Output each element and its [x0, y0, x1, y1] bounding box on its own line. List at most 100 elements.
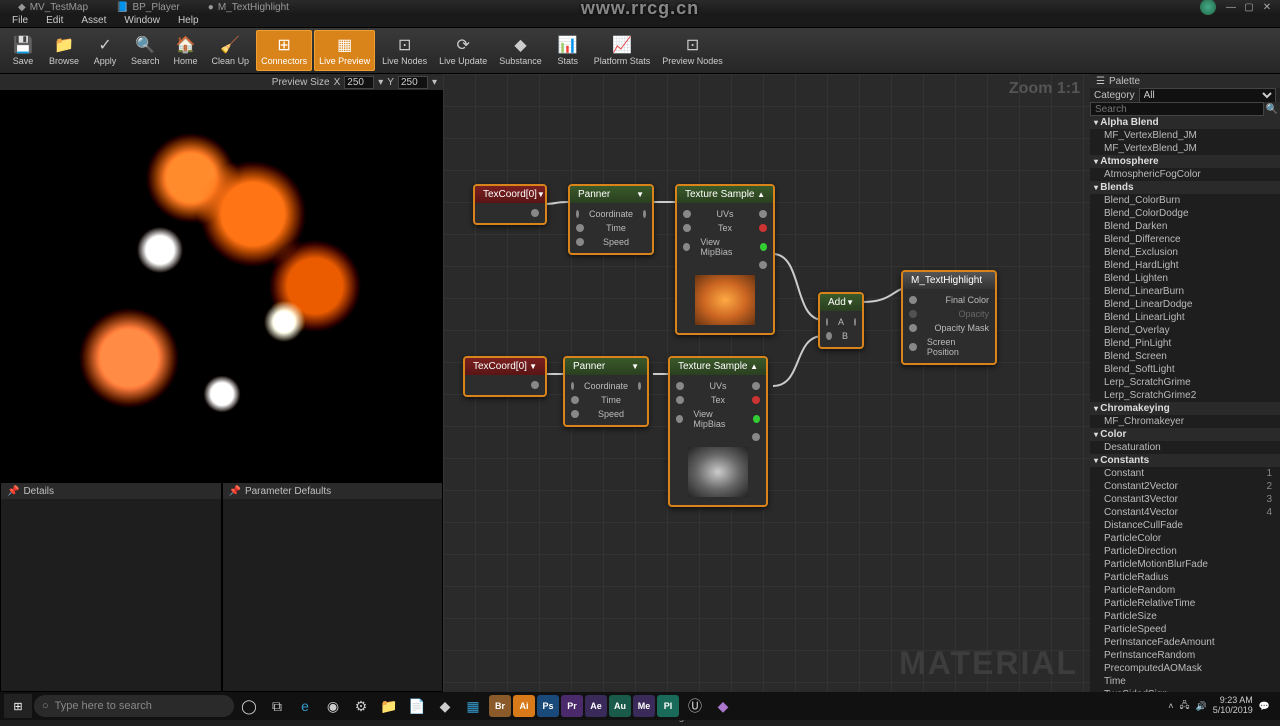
settings-icon[interactable]: ⚙ — [348, 694, 374, 718]
palette-item[interactable]: Time — [1090, 675, 1280, 688]
app-icon-ps[interactable]: Ps — [537, 695, 559, 717]
input-pin[interactable] — [676, 382, 684, 390]
output-pin[interactable] — [753, 415, 760, 423]
output-pin[interactable] — [752, 382, 760, 390]
tray-up-icon[interactable]: ˄ — [1168, 701, 1173, 711]
chevron-down-icon[interactable]: ▼ — [636, 190, 644, 199]
palette-item[interactable]: ParticleDirection — [1090, 545, 1280, 558]
start-button[interactable]: ⊞ — [4, 694, 32, 718]
tab-bpplayer[interactable]: 📘 BP_Player — [102, 2, 194, 13]
output-pin[interactable] — [759, 261, 767, 269]
node-texcoord-1[interactable]: TexCoord[0]▼ — [473, 184, 547, 225]
output-pin[interactable] — [752, 396, 760, 404]
explorer-icon[interactable]: 📁 — [376, 694, 402, 718]
input-pin[interactable] — [571, 396, 579, 404]
palette-item[interactable]: MF_Chromakeyer — [1090, 415, 1280, 428]
palette-item[interactable]: Blend_LinearLight — [1090, 311, 1280, 324]
palette-item[interactable]: Blend_LinearBurn — [1090, 285, 1280, 298]
palette-item[interactable]: ParticleColor — [1090, 532, 1280, 545]
palette-item[interactable]: DistanceCullFade — [1090, 519, 1280, 532]
input-pin[interactable] — [826, 318, 828, 326]
palette-item[interactable]: PerInstanceRandom — [1090, 649, 1280, 662]
node-material-result[interactable]: M_TextHighlight Final Color Opacity Opac… — [901, 270, 997, 365]
minimize-button[interactable]: — — [1222, 2, 1240, 13]
input-pin[interactable] — [576, 210, 579, 218]
chevron-down-icon[interactable]: ▼ — [631, 362, 639, 371]
category-select[interactable]: All — [1139, 88, 1276, 103]
chevron-up-icon[interactable]: ▲ — [750, 362, 758, 371]
menu-asset[interactable]: Asset — [73, 15, 114, 26]
output-pin[interactable] — [531, 209, 539, 217]
palette-category[interactable]: Color — [1090, 428, 1280, 441]
input-pin[interactable] — [571, 382, 574, 390]
tool-search[interactable]: 🔍Search — [126, 30, 165, 71]
palette-category[interactable]: Constants — [1090, 454, 1280, 467]
output-pin[interactable] — [760, 243, 767, 251]
palette-item[interactable]: Blend_Lighten — [1090, 272, 1280, 285]
palette-item[interactable]: Blend_Screen — [1090, 350, 1280, 363]
node-texture-sample-1[interactable]: Texture Sample▲ UVs Tex View MipBias — [675, 184, 775, 335]
input-pin[interactable] — [683, 210, 691, 218]
node-panner-1[interactable]: Panner▼ Coordinate Time Speed — [568, 184, 654, 255]
palette-item[interactable]: Desaturation — [1090, 441, 1280, 454]
palette-item[interactable]: Constant3Vector3 — [1090, 493, 1280, 506]
palette-item[interactable]: ParticleSpeed — [1090, 623, 1280, 636]
input-pin[interactable] — [909, 296, 917, 304]
parameter-defaults-panel[interactable]: 📌Parameter Defaults — [222, 482, 444, 692]
volume-icon[interactable]: 🔊 — [1196, 701, 1207, 712]
app-icon-pr[interactable]: Pr — [561, 695, 583, 717]
palette-item[interactable]: AtmosphericFogColor — [1090, 168, 1280, 181]
tool-substance[interactable]: ◆Substance — [494, 30, 547, 71]
palette-category[interactable]: Atmosphere — [1090, 155, 1280, 168]
menu-window[interactable]: Window — [116, 15, 168, 26]
input-pin[interactable] — [909, 310, 917, 318]
chevron-down-icon[interactable]: ▼ — [846, 298, 854, 307]
tool-save[interactable]: 💾Save — [4, 30, 42, 71]
palette-category[interactable]: Alpha Blend — [1090, 116, 1280, 129]
input-pin[interactable] — [826, 332, 832, 340]
chevron-down-icon[interactable]: ▼ — [537, 190, 545, 199]
palette-item[interactable]: Blend_LinearDodge — [1090, 298, 1280, 311]
output-pin[interactable] — [643, 210, 646, 218]
preview-y-input[interactable] — [398, 76, 428, 89]
taskbar-search[interactable]: ○ Type here to search — [34, 695, 234, 717]
input-pin[interactable] — [571, 410, 579, 418]
output-pin[interactable] — [531, 381, 539, 389]
input-pin[interactable] — [676, 415, 683, 423]
unreal-icon[interactable]: Ⓤ — [682, 694, 708, 718]
output-pin[interactable] — [759, 224, 767, 232]
palette-item[interactable]: ParticleSize — [1090, 610, 1280, 623]
palette-item[interactable]: PerInstanceFadeAmount — [1090, 636, 1280, 649]
tool-browse[interactable]: 📁Browse — [44, 30, 84, 71]
material-graph[interactable]: Zoom 1:1 MATERIAL TexCoord[0]▼ Panner▼ C… — [443, 74, 1090, 692]
edge-icon[interactable]: e — [292, 694, 318, 718]
network-icon[interactable]: 🖧 — [1179, 698, 1189, 714]
output-pin[interactable] — [752, 433, 760, 441]
play-indicator-icon[interactable] — [1200, 0, 1216, 15]
system-tray[interactable]: ˄ 🖧 🔊 9:23 AM5/10/2019 💬 — [1168, 696, 1276, 716]
discord-icon[interactable]: ◆ — [432, 694, 458, 718]
tool-apply[interactable]: ✓Apply — [86, 30, 124, 71]
palette-item[interactable]: Blend_Exclusion — [1090, 246, 1280, 259]
palette-tree[interactable]: Alpha BlendMF_VertexBlend_JMMF_VertexBle… — [1090, 116, 1280, 692]
palette-item[interactable]: Blend_Difference — [1090, 233, 1280, 246]
clock[interactable]: 9:23 AM5/10/2019 — [1213, 696, 1253, 716]
palette-category[interactable]: Chromakeying — [1090, 402, 1280, 415]
menu-edit[interactable]: Edit — [38, 15, 71, 26]
palette-item[interactable]: MF_VertexBlend_JM — [1090, 142, 1280, 155]
palette-item[interactable]: Lerp_ScratchGrime2 — [1090, 389, 1280, 402]
tool-live-nodes[interactable]: ⊡Live Nodes — [377, 30, 432, 71]
close-button[interactable]: ✕ — [1258, 2, 1276, 13]
palette-item[interactable]: Constant4Vector4 — [1090, 506, 1280, 519]
input-pin[interactable] — [683, 243, 690, 251]
input-pin[interactable] — [909, 324, 917, 332]
input-pin[interactable] — [683, 224, 691, 232]
visual-studio-icon[interactable]: ◆ — [710, 694, 736, 718]
chrome-icon[interactable]: ◉ — [320, 694, 346, 718]
input-pin[interactable] — [576, 224, 584, 232]
palette-category[interactable]: Blends — [1090, 181, 1280, 194]
output-pin[interactable] — [638, 382, 641, 390]
palette-item[interactable]: Constant2Vector2 — [1090, 480, 1280, 493]
palette-item[interactable]: Blend_ColorDodge — [1090, 207, 1280, 220]
palette-item[interactable]: Lerp_ScratchGrime — [1090, 376, 1280, 389]
